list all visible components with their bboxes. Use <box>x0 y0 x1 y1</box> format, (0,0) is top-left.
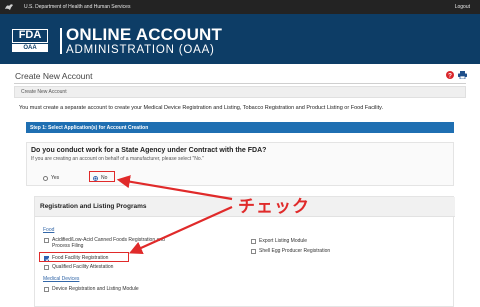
checkbox-shell-egg[interactable] <box>251 248 256 254</box>
svg-text:?: ? <box>448 72 452 79</box>
radio-yes-label: Yes <box>51 175 60 181</box>
print-icon[interactable] <box>458 71 467 79</box>
checkbox-qfa[interactable] <box>44 264 49 270</box>
no-option-highlight-box <box>89 171 115 182</box>
program-qfa-label: Qualified Facility Attestation <box>52 264 114 270</box>
help-icon[interactable]: ? <box>446 71 454 79</box>
app-title: ONLINE ACCOUNT <box>66 25 223 44</box>
food-section-label: Food <box>43 227 55 233</box>
fda-oaa-logo[interactable]: FDA OAA <box>12 29 48 52</box>
program-device-registration[interactable]: Device Registration and Listing Module <box>44 286 139 292</box>
food-facility-highlight-box <box>39 252 129 262</box>
oaa-logo-text: OAA <box>12 44 48 52</box>
app-subtitle: ADMINISTRATION (OAA) <box>66 44 215 56</box>
question-title: Do you conduct work for a State Agency u… <box>31 147 267 154</box>
program-shell-egg-label: Shell Egg Producer Registration <box>259 248 331 254</box>
hhs-top-bar: U.S. Department of Health and Human Serv… <box>0 0 480 14</box>
breadcrumb-current: Create New Account <box>21 89 67 95</box>
program-lacf[interactable]: Acidified/Low-Acid Canned Foods Registra… <box>44 237 174 249</box>
breadcrumb: Create New Account <box>14 86 466 98</box>
program-shell-egg[interactable]: Shell Egg Producer Registration <box>251 248 330 254</box>
program-export-listing[interactable]: Export Listing Module <box>251 238 307 244</box>
checkbox-lacf[interactable] <box>44 237 49 243</box>
title-divider <box>14 83 466 84</box>
program-export-listing-label: Export Listing Module <box>259 238 308 244</box>
medical-devices-section-label: Medical Devices <box>43 276 80 282</box>
account-notice: You must create a separate account to cr… <box>19 105 384 111</box>
checkbox-export-listing[interactable] <box>251 238 256 244</box>
radio-yes[interactable] <box>43 175 48 181</box>
program-qfa[interactable]: Qualified Facility Attestation <box>44 264 113 270</box>
header-divider <box>60 28 62 54</box>
step-title: Step 1: Select Application(s) for Accoun… <box>30 124 149 131</box>
page-title: Create New Account <box>15 71 93 81</box>
app-header: FDA OAA ONLINE ACCOUNT ADMINISTRATION (O… <box>0 14 480 64</box>
step-header: Step 1: Select Application(s) for Accoun… <box>26 122 454 133</box>
program-device-registration-label: Device Registration and Listing Module <box>52 286 139 292</box>
logout-link[interactable]: Logout <box>455 3 470 11</box>
question-hint: If you are creating an account on behalf… <box>31 156 204 162</box>
checkbox-device-registration[interactable] <box>44 286 49 292</box>
agency-name: U.S. Department of Health and Human Serv… <box>24 4 131 10</box>
state-agency-question-panel: Do you conduct work for a State Agency u… <box>26 142 454 186</box>
fda-logo-text: FDA <box>12 29 48 43</box>
radio-yes-option[interactable]: Yes <box>43 175 59 181</box>
check-annotation-label: チェック <box>238 197 310 216</box>
hhs-eagle-icon <box>5 4 13 10</box>
program-lacf-label: Acidified/Low-Acid Canned Foods Registra… <box>52 237 165 249</box>
programs-title: Registration and Listing Programs <box>40 203 147 210</box>
